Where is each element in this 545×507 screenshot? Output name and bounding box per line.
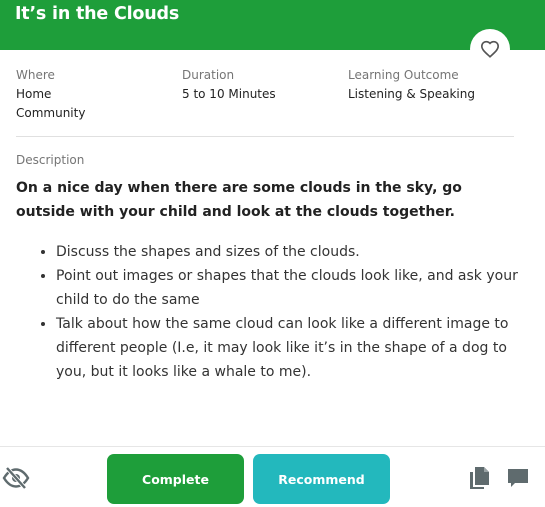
comment-icon (508, 469, 528, 487)
meta-duration: Duration 5 to 10 Minutes (182, 66, 276, 104)
duration-value: 5 to 10 Minutes (182, 87, 276, 101)
list-item: Discuss the shapes and sizes of the clou… (56, 240, 520, 264)
meta-where: Where Home Community (16, 66, 85, 123)
eye-slash-icon (2, 466, 30, 490)
duration-label: Duration (182, 68, 235, 82)
where-value-community: Community (16, 106, 86, 120)
copy-icon (470, 467, 489, 489)
meta-learning-outcome: Learning Outcome Listening & Speaking (348, 66, 475, 104)
divider (16, 136, 514, 137)
description-text: On a nice day when there are some clouds… (16, 180, 462, 220)
activity-header: It’s in the Clouds (0, 0, 545, 50)
learning-outcome-label: Learning Outcome (348, 68, 459, 82)
hide-button[interactable] (2, 465, 30, 491)
description-label: Description (16, 153, 85, 167)
where-label: Where (16, 68, 55, 82)
footer-divider (0, 446, 545, 447)
where-value-home: Home (16, 87, 52, 101)
copy-button[interactable] (467, 465, 491, 491)
heart-outline-icon (480, 40, 500, 58)
list-item: Point out images or shapes that the clou… (56, 264, 520, 312)
complete-button[interactable]: Complete (107, 454, 244, 504)
comment-button[interactable] (506, 466, 530, 490)
learning-outcome-value: Listening & Speaking (348, 87, 475, 101)
favorite-button[interactable] (470, 29, 510, 69)
list-item: Talk about how the same cloud can look l… (56, 312, 520, 384)
activity-title: It’s in the Clouds (15, 4, 180, 24)
recommend-button[interactable]: Recommend (253, 454, 390, 504)
instruction-list: Discuss the shapes and sizes of the clou… (40, 240, 520, 384)
